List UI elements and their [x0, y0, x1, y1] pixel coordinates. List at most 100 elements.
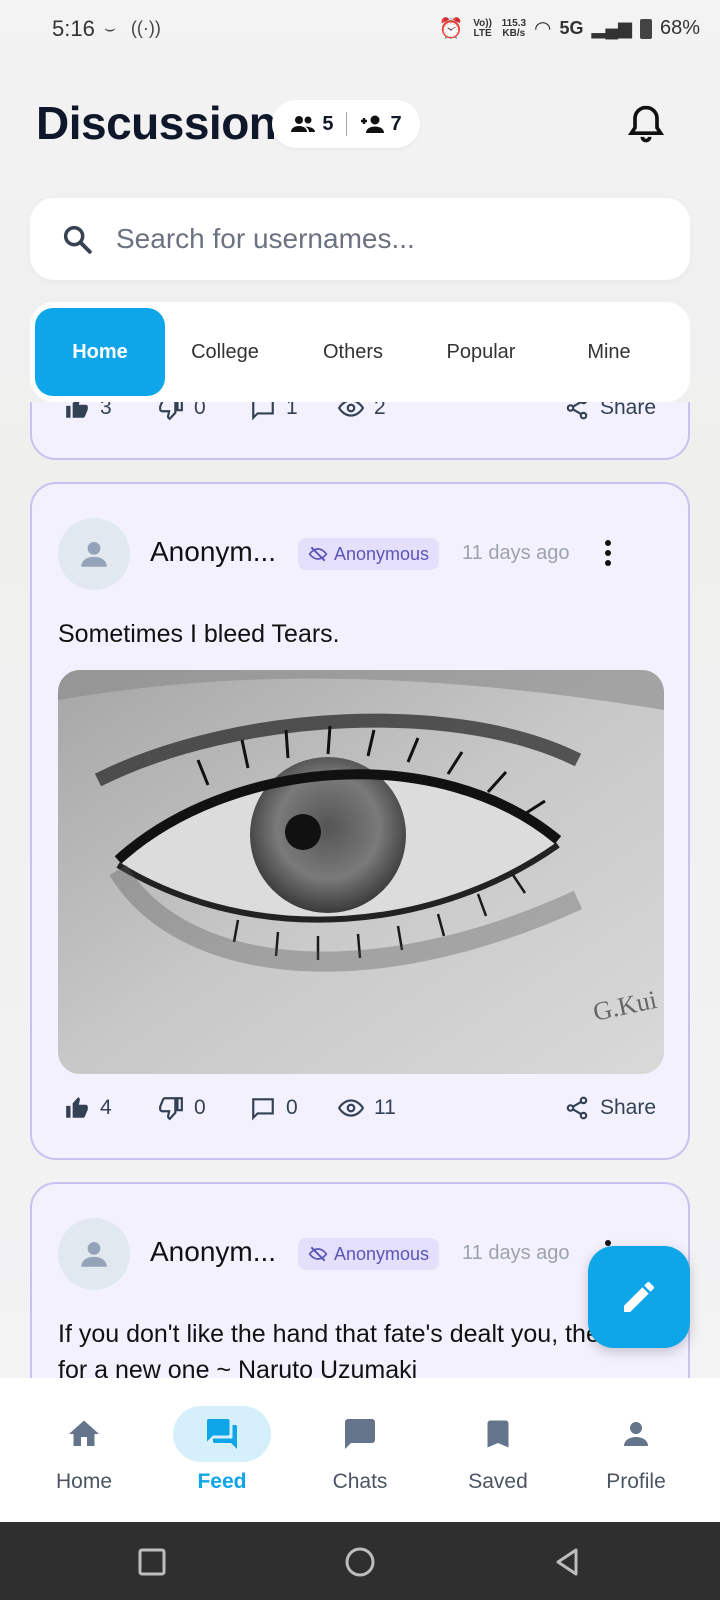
create-post-button[interactable]	[588, 1246, 690, 1348]
tab-mine[interactable]: Mine	[544, 308, 674, 396]
avatar[interactable]	[58, 518, 130, 590]
tab-popular[interactable]: Popular	[416, 308, 546, 396]
post-image[interactable]: G.Kui	[58, 670, 664, 1074]
dislike-button[interactable]: 0	[158, 402, 206, 428]
search-input[interactable]	[116, 218, 656, 260]
signal-icon: ▂▄▆	[591, 18, 632, 38]
bottom-navigation: Home Feed Chats Saved Profile	[0, 1378, 720, 1522]
nav-profile-icon-wrap	[587, 1406, 685, 1462]
dislike-count: 0	[194, 402, 206, 419]
wavy-icon: ⌣	[104, 18, 116, 38]
home-circle-icon[interactable]	[340, 1542, 380, 1582]
recents-icon[interactable]	[132, 1542, 172, 1582]
post-card[interactable]: Anonym... Anonymous 11 days ago Sometime…	[30, 482, 690, 1160]
nav-chats-label: Chats	[332, 1470, 388, 1493]
view-count: 2	[374, 402, 386, 419]
feed-list[interactable]: 3 0 1 2 Share Anonym... Anonymous 11 day…	[0, 402, 720, 1378]
post-time: 11 days ago	[462, 542, 570, 564]
hotspot-icon: ((·))	[130, 18, 161, 38]
group-icon	[291, 116, 316, 132]
like-count: 4	[100, 1096, 112, 1119]
post-time: 11 days ago	[462, 1242, 570, 1264]
pencil-icon	[624, 1281, 654, 1312]
members-count-value: 5	[322, 112, 334, 135]
nav-profile-label: Profile	[606, 1470, 666, 1493]
thumb-up-icon	[66, 402, 88, 418]
comment-icon	[252, 1098, 274, 1121]
network-type: 5G	[559, 18, 584, 38]
eye-off-icon	[308, 1246, 328, 1262]
post-actions: 3 0 1 2 Share	[32, 402, 688, 428]
battery-percent: 68%	[659, 17, 700, 39]
comment-count: 1	[286, 402, 298, 419]
more-vert-icon	[605, 540, 611, 566]
bookmark-icon	[487, 1420, 509, 1448]
badge-label: Anonymous	[334, 1243, 430, 1264]
avatar[interactable]	[58, 1218, 130, 1290]
share-icon	[566, 1096, 588, 1120]
nav-home[interactable]: Home	[24, 1406, 144, 1494]
share-button[interactable]: Share	[564, 402, 656, 428]
status-bar: 5:16 ⌣ ((·)) ⏰ Vo)) LTE 115.3 KB/s ◠ 5G …	[0, 0, 720, 60]
view-count: 11	[374, 1096, 396, 1119]
wifi-icon: ◠	[534, 18, 552, 40]
like-button[interactable]: 4	[64, 1088, 112, 1128]
post-text: If you don't like the hand that fate's d…	[58, 1320, 668, 1378]
chat-icon	[345, 1419, 375, 1449]
member-counts-pill[interactable]: 5 7	[272, 100, 420, 148]
person-icon	[81, 1241, 107, 1267]
thumb-down-icon	[159, 402, 183, 421]
tab-home[interactable]: Home	[35, 308, 165, 396]
nav-saved[interactable]: Saved	[438, 1406, 558, 1494]
eye-off-icon	[308, 546, 328, 562]
nav-profile[interactable]: Profile	[576, 1406, 696, 1494]
comment-button[interactable]: 1	[250, 402, 298, 428]
category-tabs: Home College Others Popular Mine	[30, 302, 690, 402]
status-left-icons: ⌣ ((·))	[104, 18, 161, 39]
share-icon	[566, 402, 588, 420]
divider	[345, 112, 347, 136]
search-bar[interactable]	[30, 198, 690, 280]
network-speed-unit: KB/s	[502, 27, 526, 39]
dislike-button[interactable]: 0	[158, 1088, 206, 1128]
like-button[interactable]: 3	[64, 402, 112, 428]
dislike-count: 0	[194, 1096, 206, 1119]
post-card[interactable]: 3 0 1 2 Share	[30, 402, 690, 460]
battery-icon	[639, 18, 652, 39]
post-actions: 4 0 0 11 Share	[32, 1088, 688, 1128]
tab-others[interactable]: Others	[288, 308, 418, 396]
tab-college[interactable]: College	[160, 308, 290, 396]
person-add-icon	[360, 115, 384, 133]
anonymous-badge: Anonymous	[298, 1238, 440, 1270]
page-title: Discussion	[36, 97, 277, 149]
more-options-button[interactable]	[598, 538, 618, 568]
nav-chats[interactable]: Chats	[300, 1406, 420, 1494]
eye-icon	[338, 402, 364, 417]
thumb-down-icon	[159, 1097, 183, 1121]
username[interactable]: Anonym...	[150, 536, 276, 568]
comment-count: 0	[286, 1096, 298, 1119]
person-icon	[81, 541, 107, 567]
nav-feed[interactable]: Feed	[162, 1406, 282, 1494]
volte-indicator: Vo)) LTE	[473, 17, 492, 39]
share-label: Share	[600, 402, 657, 419]
comment-icon	[252, 402, 274, 421]
network-speed: 115.3 KB/s	[502, 18, 526, 39]
nav-feed-label: Feed	[197, 1470, 247, 1493]
friends-count-value: 7	[390, 112, 402, 135]
system-navigation-bar	[0, 1522, 720, 1600]
views: 11	[338, 1088, 396, 1128]
comment-button[interactable]: 0	[250, 1088, 298, 1128]
friends-count: 7	[359, 113, 402, 136]
post-text: Sometimes I bleed Tears.	[58, 620, 340, 648]
thumb-up-icon	[66, 1097, 88, 1118]
person-icon	[624, 1422, 648, 1446]
eye-icon	[338, 1099, 364, 1117]
username[interactable]: Anonym...	[150, 1236, 276, 1268]
back-icon[interactable]	[548, 1542, 588, 1582]
nav-saved-label: Saved	[468, 1470, 528, 1493]
anonymous-badge: Anonymous	[298, 538, 440, 570]
nav-saved-icon-wrap	[449, 1406, 547, 1462]
notifications-button[interactable]	[624, 102, 668, 146]
share-button[interactable]: Share	[564, 1088, 656, 1128]
